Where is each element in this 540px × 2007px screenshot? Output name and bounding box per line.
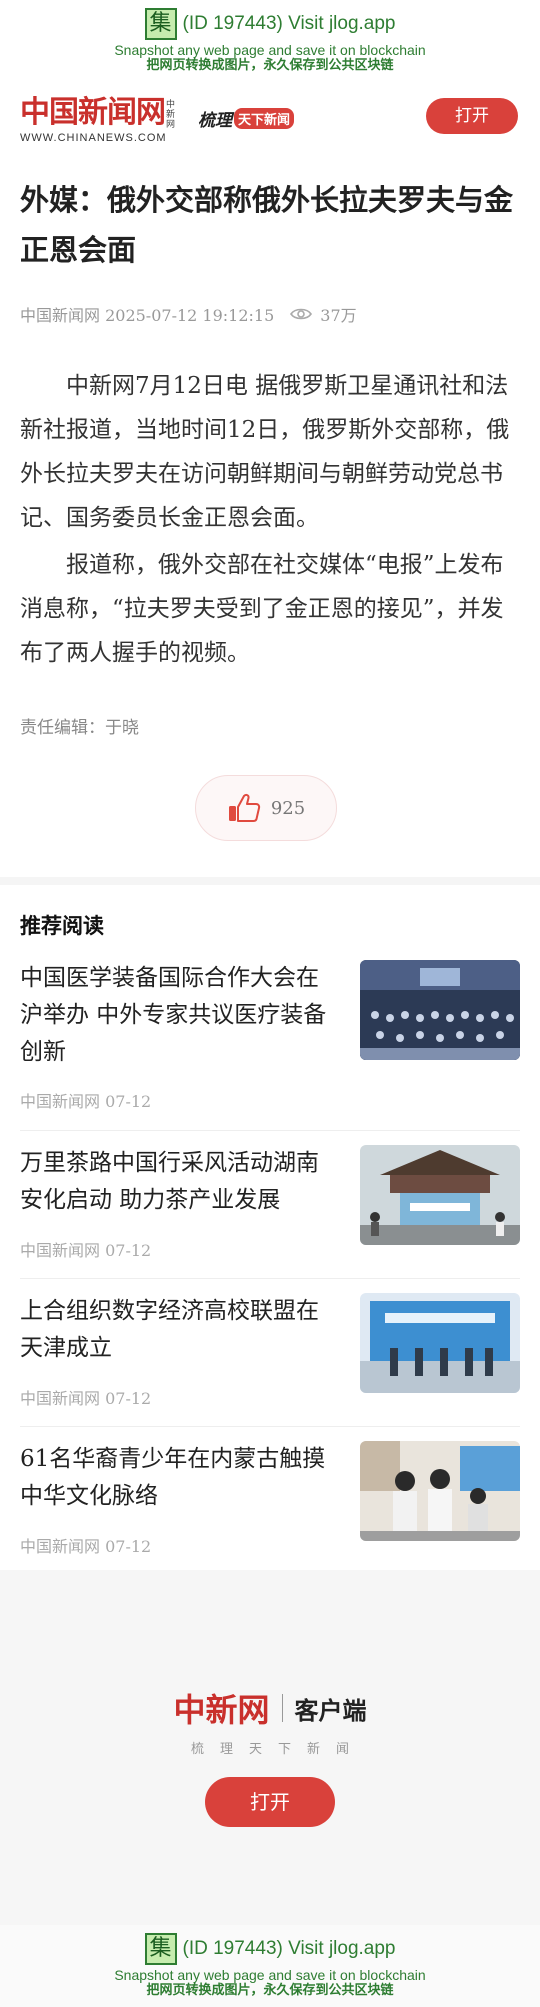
slogan-part-a: 梳理 <box>198 111 232 131</box>
section-separator <box>0 877 540 885</box>
jlog-badge-icon: 集 <box>144 1933 177 1965</box>
thumbnail-conference[interactable] <box>360 960 520 1060</box>
recommend-source: 中国新闻网 07-12 <box>20 1389 152 1408</box>
article-meta: 中国新闻网 2025-07-12 19:12:15 37万 <box>20 302 357 326</box>
like-count: 925 <box>270 797 306 819</box>
list-divider <box>20 1426 520 1427</box>
client-label: 客户端 <box>294 1696 367 1725</box>
logo-cn: 中国新闻网 <box>20 95 166 130</box>
recommend-title[interactable]: 万里茶路中国行采风活动湖南安化启动 助力茶产业发展 <box>20 1145 340 1219</box>
client-tagline: 梳理天下新闻 <box>190 1742 365 1757</box>
recommend-source: 中国新闻网 07-12 <box>20 1092 152 1111</box>
source-time: 中国新闻网 2025-07-12 19:12:15 <box>20 306 275 325</box>
logo-side: 中新网 <box>166 100 176 130</box>
open-app-button-bottom[interactable]: 打开 <box>205 1777 335 1827</box>
article-title: 外媒：俄外交部称俄外长拉夫罗夫与金正恩会面 <box>20 183 514 267</box>
client-app-promo: 中新网 客户端 梳理天下新闻 打开 <box>0 1570 540 1925</box>
jlog-banner-bottom: 集 (ID 197443) Visit jlog.app Snapshot an… <box>0 1925 540 2007</box>
logo-en: WWW.CHINANEWS.COM <box>20 132 167 144</box>
chinanews-logo[interactable]: 中国新闻网 中新网 WWW.CHINANEWS.COM <box>20 95 175 145</box>
recommend-title[interactable]: 上合组织数字经济高校联盟在天津成立 <box>20 1293 340 1367</box>
client-brand-logo: 中新网 <box>173 1691 270 1729</box>
article-paragraph-2: 报道称，俄外交部在社交媒体“电报”上发布消息称，“拉夫罗夫受到了金正恩的接见”，… <box>20 552 504 666</box>
jlog-tagline-cn: 把网页转换成图片，永久保存到公共区块链 <box>146 1983 394 1998</box>
list-item[interactable]: 中国医学装备国际合作大会在沪举办 中外专家共议医疗装备创新 中国新闻网 07-1… <box>20 960 520 1111</box>
thumbnail-sco-ceremony[interactable] <box>360 1293 520 1393</box>
responsible-editor: 责任编辑：于晓 <box>20 718 139 738</box>
jlog-tagline-en: Snapshot any web page and save it on blo… <box>114 42 426 58</box>
list-divider <box>20 1278 520 1279</box>
jlog-banner-top: 集 (ID 197443) Visit jlog.app Snapshot an… <box>0 0 540 74</box>
list-item[interactable]: 上合组织数字经济高校联盟在天津成立 中国新闻网 07-12 <box>20 1293 520 1423</box>
recommend-source: 中国新闻网 07-12 <box>20 1241 152 1260</box>
views-eye-icon <box>290 308 313 320</box>
brand-divider <box>281 1694 283 1722</box>
recommend-heading: 推荐阅读 <box>20 914 104 938</box>
thumbnail-youth-visit[interactable] <box>360 1441 520 1541</box>
list-divider <box>20 1130 520 1131</box>
header-slogan: 梳理 天下新闻 <box>198 106 295 131</box>
article-paragraph-1: 中新网7月12日电 据俄罗斯卫星通讯社和法新社报道，当地时间12日，俄罗斯外交部… <box>20 373 510 531</box>
list-item[interactable]: 万里茶路中国行采风活动湖南安化启动 助力茶产业发展 中国新闻网 07-12 <box>20 1145 520 1275</box>
thumbs-up-icon <box>228 793 260 822</box>
slogan-part-b: 天下新闻 <box>234 108 295 129</box>
recommend-title[interactable]: 中国医学装备国际合作大会在沪举办 中外专家共议医疗装备创新 <box>20 960 340 1071</box>
recommend-title[interactable]: 61名华裔青少年在内蒙古触摸中华文化脉络 <box>20 1441 340 1515</box>
thumbnail-tea-road[interactable] <box>360 1145 520 1245</box>
site-header: 中国新闻网 中新网 WWW.CHINANEWS.COM 梳理 天下新闻 打开 <box>0 90 540 150</box>
like-button[interactable]: 925 <box>195 775 337 841</box>
views-count: 37万 <box>320 306 357 325</box>
client-brand: 中新网 客户端 <box>0 1685 540 1731</box>
jlog-tagline-cn: 把网页转换成图片，永久保存到公共区块链 <box>146 58 394 73</box>
jlog-badge-icon: 集 <box>144 8 177 40</box>
list-item[interactable]: 61名华裔青少年在内蒙古触摸中华文化脉络 中国新闻网 07-12 <box>20 1441 520 1571</box>
jlog-tagline-en: Snapshot any web page and save it on blo… <box>114 1967 426 1983</box>
jlog-id-text[interactable]: (ID 197443) Visit jlog.app <box>183 1938 396 1960</box>
jlog-id-text[interactable]: (ID 197443) Visit jlog.app <box>183 13 396 35</box>
open-app-button-top[interactable]: 打开 <box>426 98 518 134</box>
recommend-source: 中国新闻网 07-12 <box>20 1537 152 1556</box>
